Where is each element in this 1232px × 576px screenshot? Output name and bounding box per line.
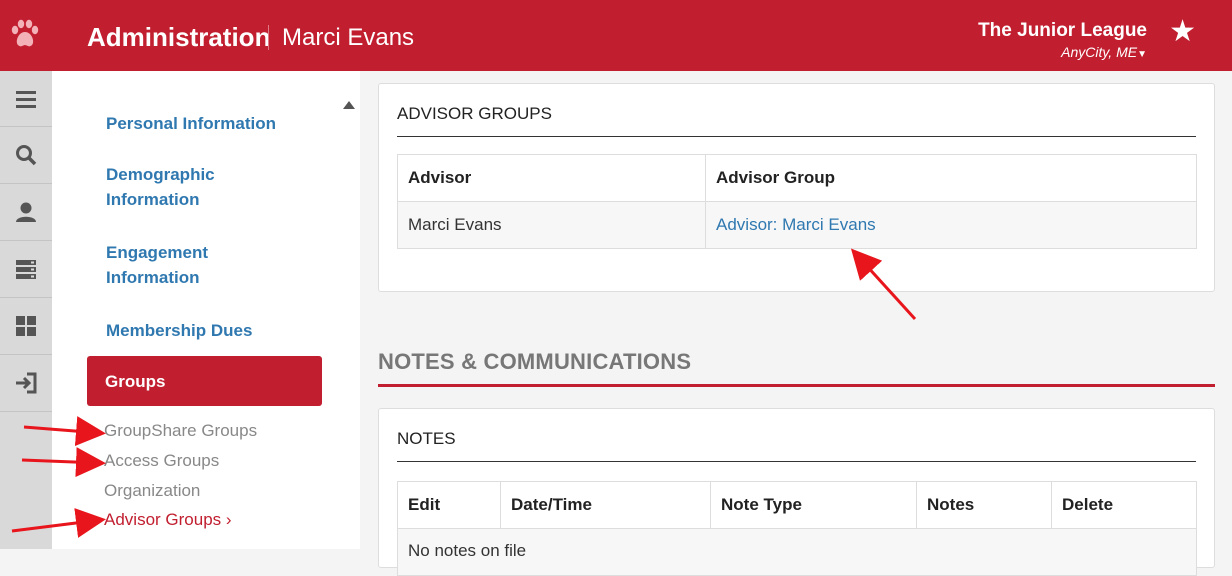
server-icon bbox=[16, 260, 36, 279]
notes-title: NOTES bbox=[397, 429, 456, 448]
sign-in-button[interactable] bbox=[0, 355, 52, 412]
nav-membership-dues[interactable]: Membership Dues bbox=[106, 318, 306, 343]
title-divider bbox=[268, 25, 269, 50]
subnav-advisor-groups[interactable]: Advisor Groups › bbox=[104, 510, 232, 530]
panel-rule bbox=[397, 461, 1196, 462]
org-name[interactable]: The Junior League bbox=[978, 20, 1147, 42]
col-advisor[interactable]: Advisor bbox=[397, 154, 706, 202]
table-row: No notes on file bbox=[397, 528, 1197, 576]
search-icon bbox=[16, 145, 37, 166]
col-delete[interactable]: Delete bbox=[1051, 481, 1197, 529]
notes-panel: NOTES Edit Date/Time Note Type Notes Del… bbox=[378, 408, 1215, 576]
table-header-row: Edit Date/Time Note Type Notes Delete bbox=[397, 481, 1197, 529]
profile-sidebar bbox=[52, 71, 342, 549]
search-button[interactable] bbox=[0, 127, 52, 184]
col-date-time[interactable]: Date/Time bbox=[500, 481, 711, 529]
subnav-groupshare-groups[interactable]: GroupShare Groups bbox=[104, 421, 257, 441]
advisor-groups-panel: ADVISOR GROUPS Advisor Advisor Group Mar… bbox=[378, 83, 1215, 292]
member-name: Marci Evans bbox=[282, 24, 415, 51]
nav-engagement-information[interactable]: Engagement Information bbox=[106, 240, 246, 290]
grid-icon bbox=[16, 316, 36, 336]
top-bar: Administration Marci Evans The Junior Le… bbox=[0, 0, 1232, 71]
nav-demographic-information[interactable]: Demographic Information bbox=[106, 162, 246, 212]
nav-personal-information[interactable]: Personal Information bbox=[106, 111, 306, 136]
advisor-group-link[interactable]: Advisor: Marci Evans bbox=[705, 201, 1197, 249]
page-title: Administration bbox=[87, 22, 271, 52]
col-advisor-group[interactable]: Advisor Group bbox=[705, 154, 1197, 202]
notes-communications-heading: NOTES & COMMUNICATIONS bbox=[378, 349, 692, 374]
profile-button[interactable] bbox=[0, 184, 52, 241]
empty-notes-message: No notes on file bbox=[397, 528, 1197, 576]
person-icon bbox=[16, 202, 36, 222]
col-note-type[interactable]: Note Type bbox=[710, 481, 917, 529]
table-header-row: Advisor Advisor Group bbox=[397, 154, 1197, 202]
sidebar-scrollbar[interactable] bbox=[342, 71, 360, 549]
paw-logo-icon[interactable] bbox=[8, 18, 42, 52]
nav-groups-active[interactable]: Groups bbox=[87, 356, 322, 406]
icon-sidebar bbox=[0, 71, 52, 549]
menu-icon bbox=[16, 90, 36, 108]
advisor-groups-title: ADVISOR GROUPS bbox=[397, 104, 552, 123]
menu-button[interactable] bbox=[0, 71, 52, 127]
table-row: Marci Evans Advisor: Marci Evans bbox=[397, 201, 1197, 249]
subnav-access-groups[interactable]: Access Groups bbox=[104, 451, 219, 471]
advisor-groups-table: Advisor Advisor Group Marci Evans Adviso… bbox=[397, 154, 1197, 249]
panel-rule bbox=[397, 136, 1196, 137]
advisor-cell: Marci Evans bbox=[397, 201, 706, 249]
col-edit[interactable]: Edit bbox=[397, 481, 501, 529]
sign-in-icon bbox=[16, 372, 37, 394]
section-rule bbox=[378, 384, 1215, 387]
subnav-organization[interactable]: Organization bbox=[104, 481, 200, 501]
dashboard-button[interactable] bbox=[0, 298, 52, 355]
star-icon[interactable]: ★ bbox=[1169, 14, 1196, 49]
notes-table: Edit Date/Time Note Type Notes Delete No… bbox=[397, 481, 1197, 576]
org-city-dropdown[interactable]: AnyCity, ME▼ bbox=[1061, 44, 1147, 60]
col-notes[interactable]: Notes bbox=[916, 481, 1052, 529]
org-city: AnyCity, ME bbox=[1061, 44, 1138, 60]
server-button[interactable] bbox=[0, 241, 52, 298]
scroll-up-icon[interactable] bbox=[343, 101, 355, 109]
caret-down-icon: ▼ bbox=[1137, 49, 1147, 60]
